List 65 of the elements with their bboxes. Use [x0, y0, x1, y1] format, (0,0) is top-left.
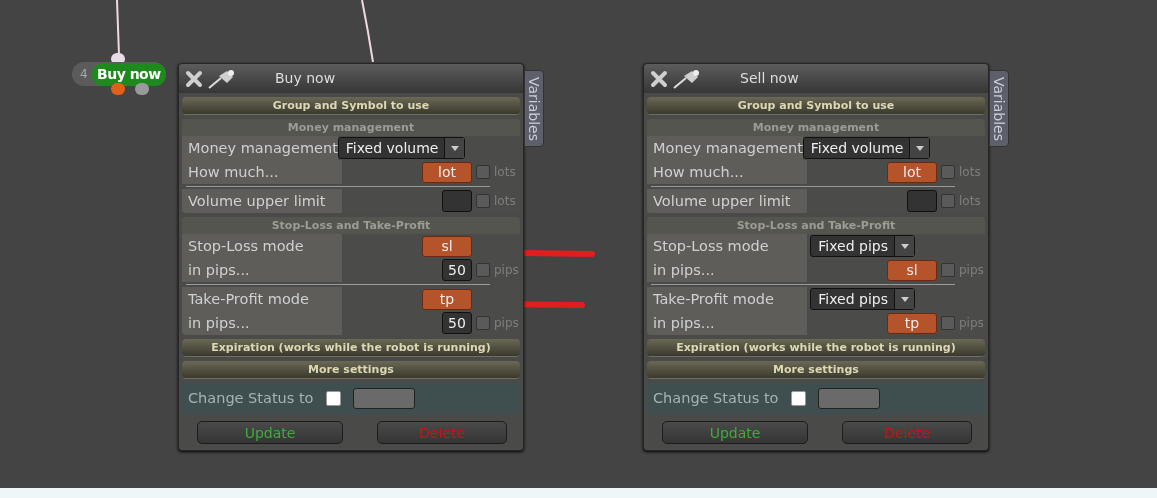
unit-checkbox[interactable] [941, 165, 955, 179]
status-label: Change Status to [188, 388, 314, 408]
section-header[interactable]: Group and Symbol to use [182, 97, 520, 115]
unit-checkbox[interactable] [941, 194, 955, 208]
side-tab[interactable]: Variables [989, 70, 1009, 147]
field-label: in pips... [182, 311, 342, 335]
field-label: Take-Profit mode [647, 287, 807, 311]
field-label: Take-Profit mode [182, 287, 342, 311]
section-header[interactable]: Expiration (works while the robot is running) [182, 339, 520, 357]
panel-title: Buy now [275, 69, 336, 88]
dropdown[interactable]: Fixed volume [337, 137, 466, 159]
dropdown[interactable]: Fixed pips [810, 235, 915, 257]
caret-icon [915, 145, 924, 151]
section-header[interactable]: More settings [182, 361, 520, 379]
node-number: 4 [79, 66, 89, 83]
unit-checkbox[interactable] [941, 263, 955, 277]
unit-checkbox[interactable] [476, 263, 490, 277]
field-label: in pips... [647, 258, 807, 282]
number-field[interactable] [442, 190, 472, 212]
field-label: Stop-Loss mode [647, 234, 807, 258]
field-label: Stop-Loss mode [182, 234, 342, 258]
section-header[interactable]: Group and Symbol to use [647, 97, 985, 115]
section-header[interactable]: Expiration (works while the robot is running) [647, 339, 985, 357]
update-button[interactable]: Update [197, 421, 343, 444]
side-tab[interactable]: Variables [524, 70, 544, 147]
dropdown[interactable]: Fixed pips [810, 288, 915, 310]
field-label: Money management [182, 136, 338, 160]
dropdown[interactable]: Fixed volume [802, 137, 931, 159]
update-button[interactable]: Update [662, 421, 808, 444]
node-label: Buy now [92, 62, 166, 86]
variable-chip[interactable]: lot [887, 161, 937, 183]
status-checkbox[interactable] [790, 391, 806, 406]
field-label: in pips... [182, 258, 342, 282]
section-header[interactable]: More settings [647, 361, 985, 379]
field-label: Volume upper limit [647, 189, 807, 213]
variable-chip[interactable]: tp [422, 288, 472, 310]
output-port[interactable] [111, 83, 125, 95]
variable-chip[interactable]: sl [422, 235, 472, 257]
field-label: Volume upper limit [182, 189, 342, 213]
caret-icon [900, 296, 909, 302]
number-field[interactable] [907, 190, 937, 212]
field-label: Money management [647, 136, 803, 160]
unit-checkbox[interactable] [941, 316, 955, 330]
unit-checkbox[interactable] [476, 165, 490, 179]
number-field[interactable]: 50 [442, 259, 472, 281]
field-label: How much... [647, 160, 807, 184]
caret-icon [900, 243, 909, 249]
status-field[interactable] [352, 388, 415, 409]
connector-line [361, 0, 374, 63]
status-field[interactable] [817, 388, 880, 409]
number-field[interactable]: 50 [442, 312, 472, 334]
output-port[interactable] [135, 83, 149, 95]
unit-checkbox[interactable] [476, 316, 490, 330]
unit-checkbox[interactable] [476, 194, 490, 208]
status-checkbox[interactable] [325, 391, 341, 406]
field-label: in pips... [647, 311, 807, 335]
variable-chip[interactable]: lot [422, 161, 472, 183]
field-label: How much... [182, 160, 342, 184]
flow-node[interactable]: 4 Buy now [72, 62, 166, 86]
variable-chip[interactable]: tp [887, 312, 937, 334]
caret-icon [450, 145, 459, 151]
status-label: Change Status to [653, 388, 779, 408]
connector-line [116, 0, 120, 56]
panel-title: Sell now [740, 69, 799, 88]
variable-chip[interactable]: sl [887, 259, 937, 281]
